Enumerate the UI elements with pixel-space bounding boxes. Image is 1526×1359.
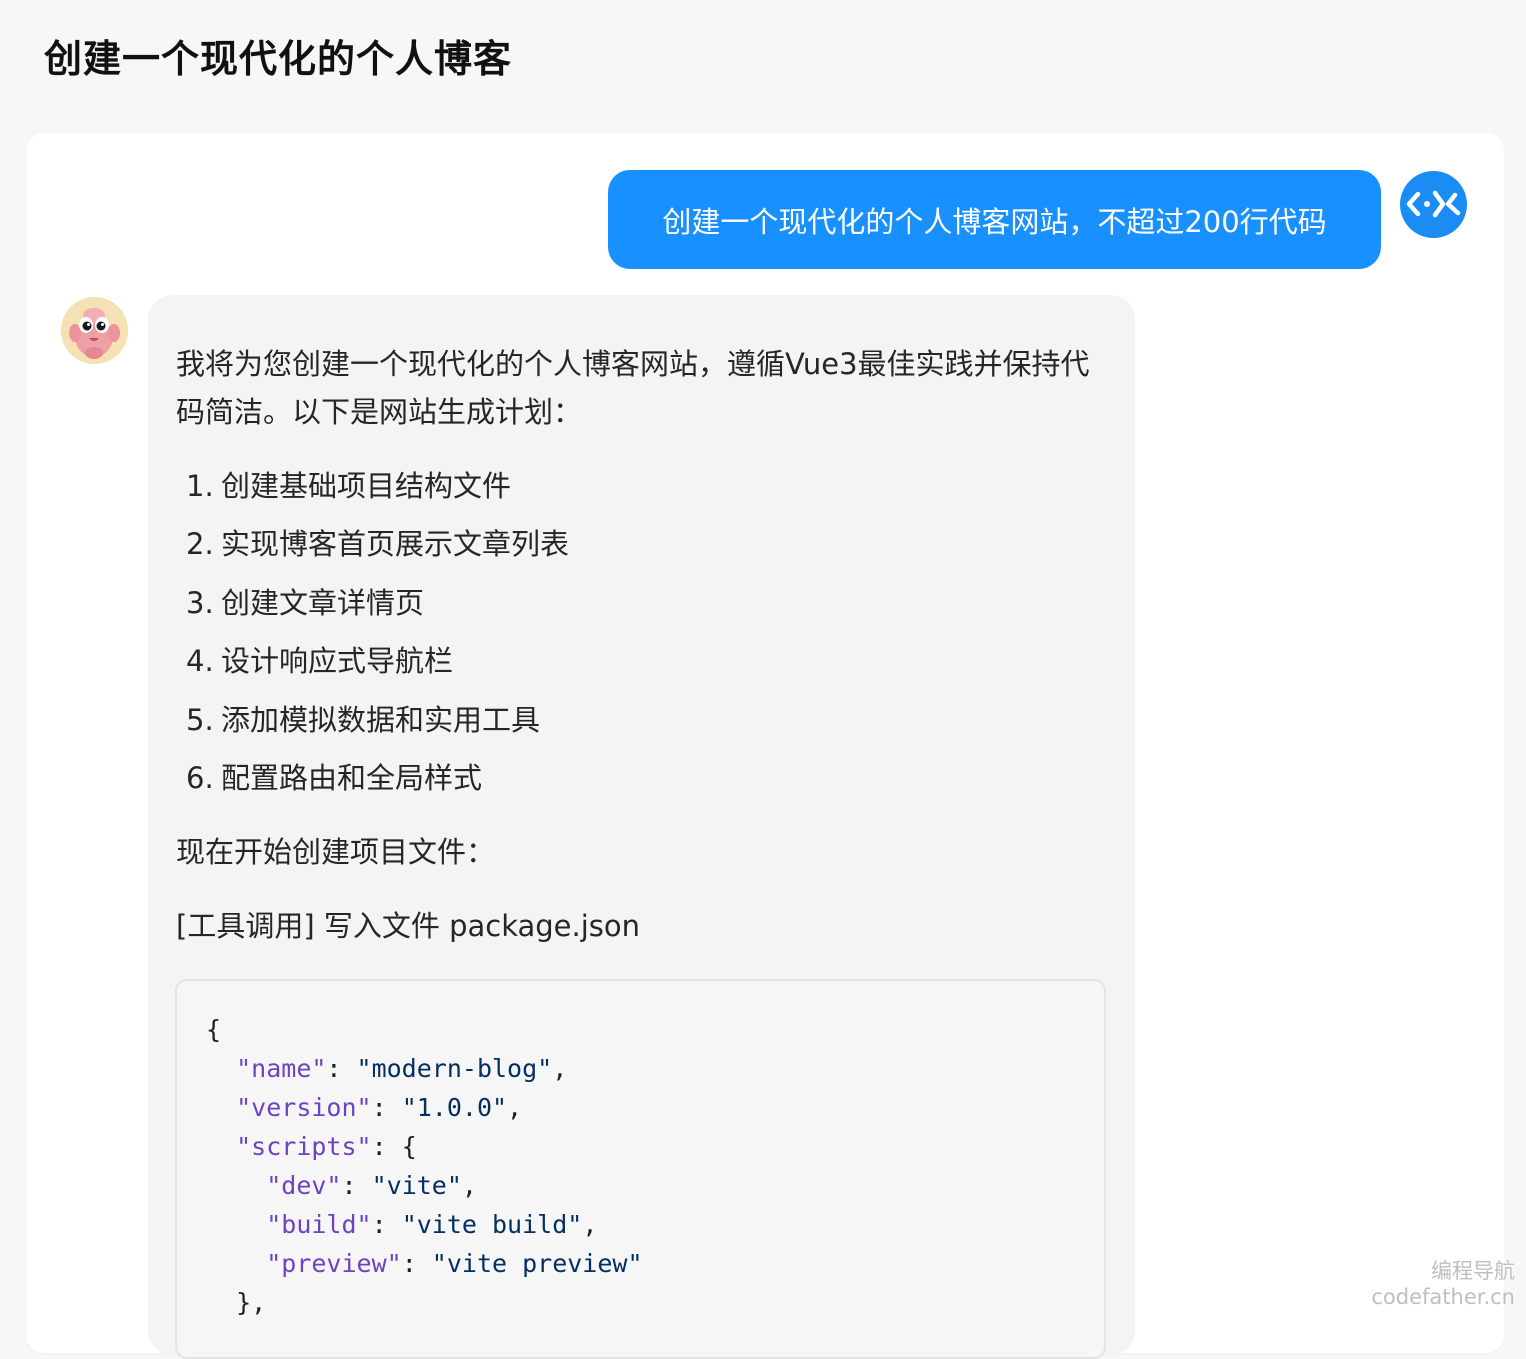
plan-item-number: 3.	[186, 585, 214, 620]
code-line: "name": "modern-blog",	[206, 1049, 567, 1088]
json-punctuation: ,	[507, 1093, 523, 1122]
code-brackets-icon	[1406, 190, 1461, 218]
page-title: 创建一个现代化的个人博客	[44, 37, 513, 81]
json-key: "version"	[236, 1093, 372, 1122]
plan-item-number: 1.	[186, 469, 214, 503]
plan-item: 3. 创建文章详情页	[186, 579, 569, 637]
json-key: "name"	[236, 1054, 327, 1083]
assistant-intro-text: 我将为您创建一个现代化的个人博客网站，遵循Vue3最佳实践并保持代码简洁。以下是…	[176, 347, 1090, 429]
json-punctuation: ,	[582, 1210, 598, 1239]
json-value: "vite preview"	[431, 1249, 643, 1278]
plan-item-text: 配置路由和全局样式	[221, 760, 483, 795]
plan-item-text: 创建文章详情页	[221, 585, 425, 620]
plan-item-number: 4.	[186, 644, 214, 679]
json-punctuation: {	[206, 1015, 222, 1044]
code-line: "dev": "vite",	[206, 1166, 477, 1205]
plan-item: 1. 创建基础项目结构文件	[186, 462, 569, 520]
code-line: "build": "vite build",	[206, 1205, 597, 1244]
json-punctuation: ,	[461, 1171, 477, 1200]
tool-call-label: [工具调用] 写入文件 package.json	[176, 909, 641, 943]
watermark-title: 编程导航	[1431, 1259, 1515, 1283]
json-punctuation: {	[401, 1132, 417, 1161]
json-key: "scripts"	[236, 1132, 372, 1161]
json-separator: :	[371, 1132, 402, 1161]
user-avatar[interactable]	[1400, 171, 1467, 238]
plan-item-number: 6.	[186, 760, 214, 795]
json-separator: :	[371, 1093, 402, 1122]
json-punctuation: },	[236, 1288, 267, 1317]
plan-item: 5. 添加模拟数据和实用工具	[186, 696, 569, 754]
code-line: {	[206, 1010, 221, 1049]
code-line: },	[206, 1283, 266, 1322]
json-separator: :	[326, 1054, 357, 1083]
cartoon-mascot-icon	[61, 297, 128, 364]
json-separator: :	[401, 1249, 432, 1278]
json-value: "vite build"	[401, 1210, 583, 1239]
json-separator: :	[371, 1210, 402, 1239]
assistant-avatar[interactable]	[61, 297, 128, 364]
plan-item-text: 设计响应式导航栏	[221, 644, 454, 679]
user-message-text: 创建一个现代化的个人博客网站，不超过200行代码	[662, 204, 1327, 239]
plan-item-number: 2.	[186, 527, 214, 562]
json-punctuation: ,	[552, 1054, 568, 1083]
user-message-bubble: 创建一个现代化的个人博客网站，不超过200行代码	[608, 170, 1381, 269]
json-value: "modern-blog"	[356, 1054, 553, 1083]
json-key: "build"	[266, 1210, 372, 1239]
code-line: "preview": "vite preview"	[206, 1244, 643, 1283]
plan-item: 4. 设计响应式导航栏	[186, 637, 569, 695]
json-key: "dev"	[266, 1171, 342, 1200]
plan-item-text: 添加模拟数据和实用工具	[221, 702, 541, 737]
plan-item: 2. 实现博客首页展示文章列表	[186, 520, 569, 578]
start-creating-text: 现在开始创建项目文件：	[176, 835, 496, 869]
code-block[interactable]: { "name": "modern-blog", "version": "1.0…	[175, 979, 1106, 1359]
code-line: "version": "1.0.0",	[206, 1088, 522, 1127]
plan-item-text: 实现博客首页展示文章列表	[221, 527, 570, 562]
watermark-url: codefather.cn	[1371, 1285, 1515, 1309]
plan-list: 1. 创建基础项目结构文件 2. 实现博客首页展示文章列表 3. 创建文章详情页 4.…	[186, 462, 569, 812]
plan-item-text: 创建基础项目结构文件	[221, 469, 512, 503]
json-value: "1.0.0"	[401, 1093, 508, 1122]
json-separator: :	[341, 1171, 372, 1200]
code-line: "scripts": {	[206, 1127, 417, 1166]
plan-item-number: 5.	[186, 702, 214, 737]
json-value: "vite"	[371, 1171, 462, 1200]
json-key: "preview"	[266, 1249, 402, 1278]
plan-item: 6. 配置路由和全局样式	[186, 754, 569, 812]
